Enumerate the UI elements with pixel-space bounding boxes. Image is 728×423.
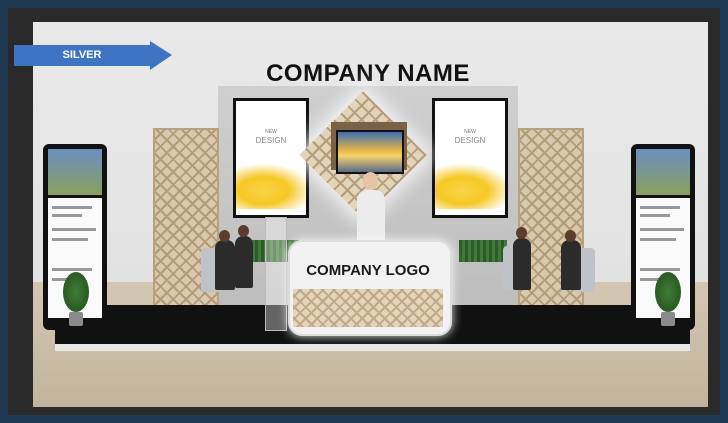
poster-left-wave bbox=[236, 163, 306, 209]
poster-left-line1: NEW bbox=[265, 129, 277, 135]
counter-lattice bbox=[293, 289, 443, 327]
poster-right-line1: NEW bbox=[464, 129, 476, 135]
visitor bbox=[235, 236, 253, 288]
visitor-head bbox=[565, 230, 576, 242]
tv-screen bbox=[336, 130, 404, 174]
brochure-rack bbox=[265, 217, 287, 331]
poster-right-wave bbox=[435, 163, 505, 209]
poster-left: NEW DESIGN bbox=[233, 98, 309, 218]
poster-right: NEW DESIGN bbox=[432, 98, 508, 218]
receptionist-head bbox=[363, 172, 378, 190]
potted-plant-left bbox=[63, 272, 89, 328]
poster-left-line2: DESIGN bbox=[255, 136, 287, 145]
visitor bbox=[561, 240, 581, 290]
company-logo-text: COMPANY LOGO bbox=[306, 262, 430, 279]
receptionist bbox=[353, 172, 389, 242]
poster-right-line2: DESIGN bbox=[454, 136, 486, 145]
kiosk-right-photo bbox=[636, 149, 690, 195]
potted-plant-right bbox=[655, 272, 681, 328]
company-name-header: COMPANY NAME bbox=[266, 60, 470, 87]
platform-edge bbox=[55, 344, 690, 351]
booth-render: COMPANY NAME NEW DESIGN NEW DESIGN COMPA… bbox=[33, 22, 708, 407]
planter-right bbox=[459, 240, 507, 262]
silver-badge: SILVER bbox=[14, 41, 172, 70]
visitor bbox=[513, 238, 531, 290]
kiosk-left-photo bbox=[48, 149, 102, 195]
visitor bbox=[215, 240, 235, 290]
badge-label: SILVER bbox=[62, 49, 102, 61]
visitor-head bbox=[238, 225, 249, 237]
arrow-right-icon bbox=[150, 41, 172, 70]
visitor-head bbox=[219, 230, 230, 242]
visitor-head bbox=[516, 227, 527, 239]
receptionist-body bbox=[357, 190, 385, 242]
